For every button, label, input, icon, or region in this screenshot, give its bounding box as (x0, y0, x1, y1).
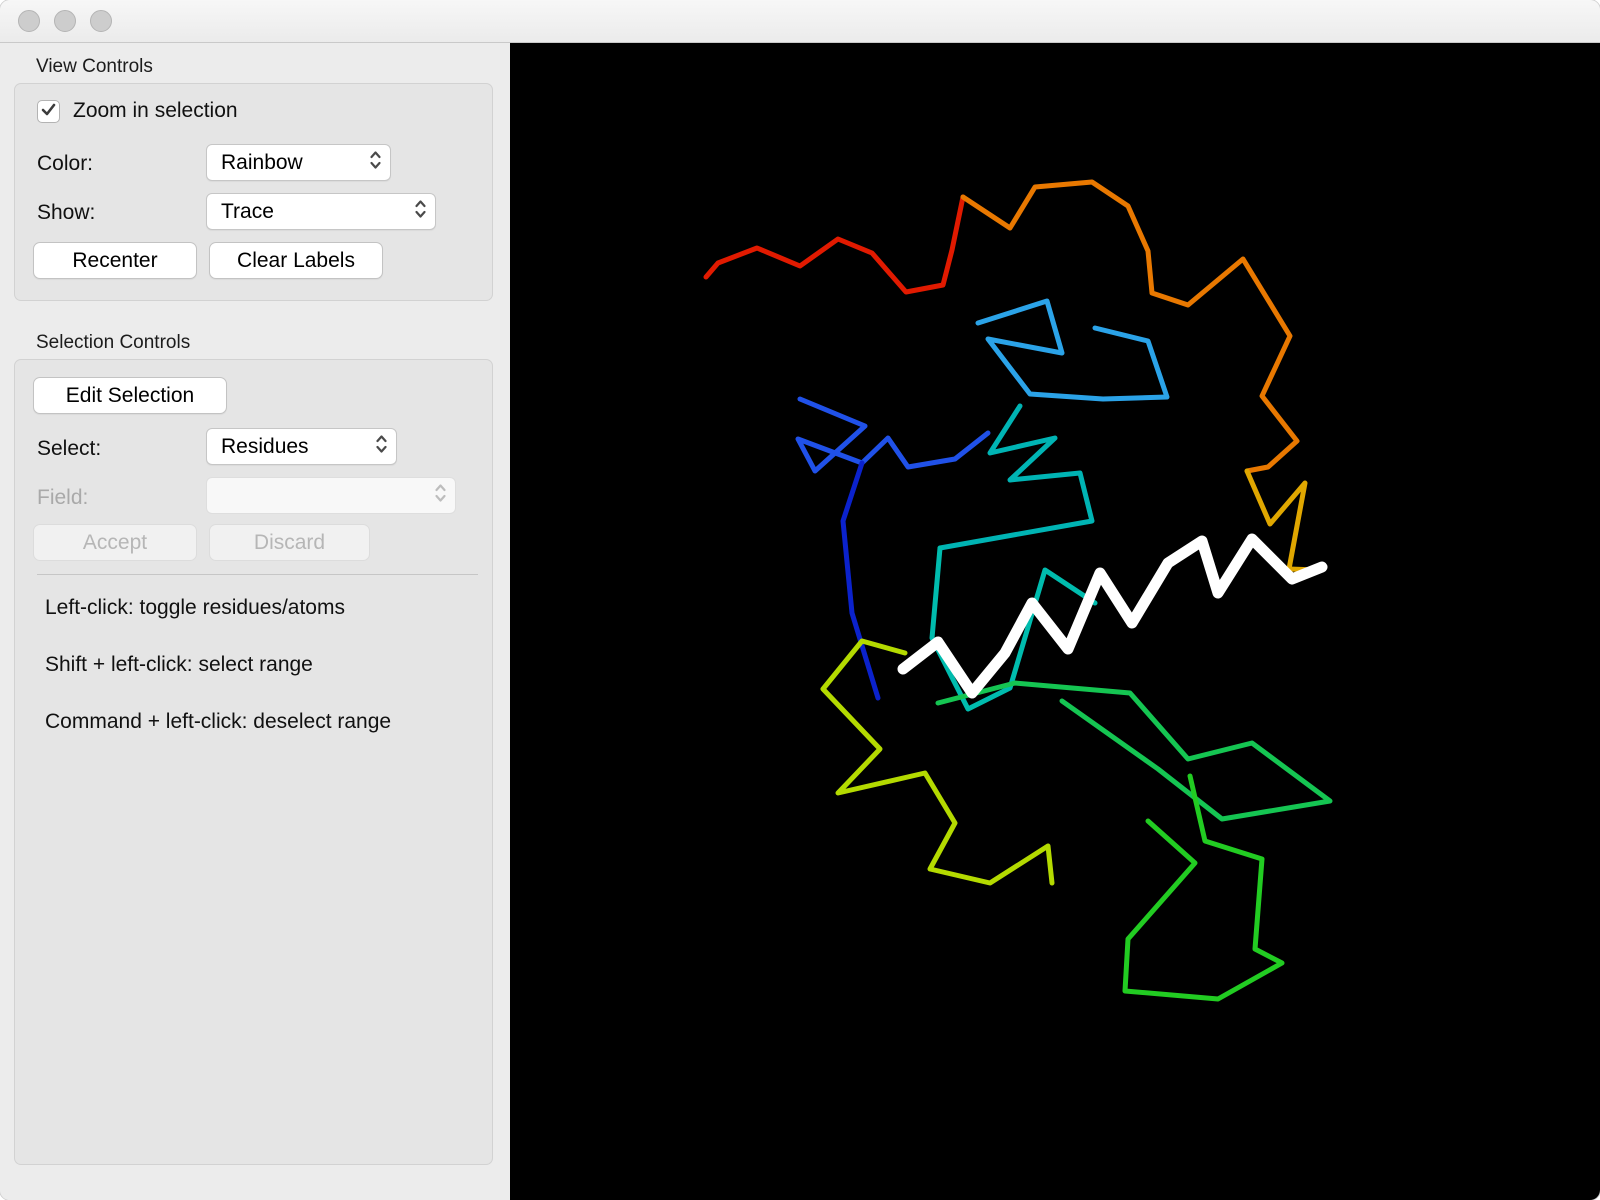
color-label: Color: (37, 152, 94, 175)
zoom-in-selection-label: Zoom in selection (73, 99, 238, 122)
help-line-shift-click: Shift + left-click: select range (45, 653, 313, 676)
clear-labels-button[interactable]: Clear Labels (209, 242, 383, 279)
help-divider (37, 574, 478, 575)
show-label: Show: (37, 201, 96, 224)
accept-button: Accept (33, 524, 197, 561)
select-mode-select[interactable]: Residues (206, 428, 397, 465)
app-window: View Controls Zoom in selection Color: R… (0, 0, 1600, 1200)
discard-button: Discard (209, 524, 370, 561)
chevron-updown-icon (434, 481, 447, 511)
trace-darkblue (840, 460, 881, 701)
molecule-trace-svg (703, 179, 1333, 1002)
trace-yellowgreen (820, 638, 1055, 886)
trace-blue (795, 396, 991, 474)
minimize-button[interactable] (54, 10, 76, 32)
help-line-command-click: Command + left-click: deselect range (45, 710, 392, 733)
select-mode-value: Residues (221, 434, 309, 458)
trace-selection-white (897, 533, 1328, 699)
field-label: Field: (37, 486, 89, 509)
selection-controls-group: Edit Selection Select: Residues Field: A… (14, 359, 493, 1165)
select-label: Select: (37, 437, 102, 460)
help-line-left-click: Left-click: toggle residues/atoms (45, 596, 345, 619)
zoom-window-button[interactable] (90, 10, 112, 32)
selection-controls-title: Selection Controls (36, 332, 191, 353)
trace-teal-a (937, 403, 1095, 551)
show-select[interactable]: Trace (206, 193, 436, 230)
checkmark-icon (41, 103, 56, 121)
chevron-updown-icon (414, 197, 427, 227)
close-button[interactable] (18, 10, 40, 32)
trace-red (703, 194, 966, 295)
trace-skyblue (975, 298, 1170, 402)
field-select (206, 477, 456, 514)
chevron-updown-icon (375, 432, 388, 462)
color-select[interactable]: Rainbow (206, 144, 391, 181)
molecule-viewport[interactable] (510, 43, 1600, 1200)
title-bar (0, 0, 1600, 43)
trace-gold (1244, 468, 1321, 573)
recenter-button[interactable]: Recenter (33, 242, 197, 279)
edit-selection-button[interactable]: Edit Selection (33, 377, 227, 414)
view-controls-group: Zoom in selection Color: Rainbow Show: T… (14, 83, 493, 301)
show-select-value: Trace (221, 199, 274, 223)
zoom-in-selection-checkbox[interactable] (37, 100, 60, 123)
trace-green-b (1122, 773, 1285, 1002)
trace-green-a (935, 680, 1333, 822)
control-sidebar: View Controls Zoom in selection Color: R… (0, 43, 510, 1200)
chevron-updown-icon (369, 148, 382, 178)
color-select-value: Rainbow (221, 150, 303, 174)
trace-orange (960, 179, 1300, 474)
view-controls-title: View Controls (36, 56, 153, 77)
